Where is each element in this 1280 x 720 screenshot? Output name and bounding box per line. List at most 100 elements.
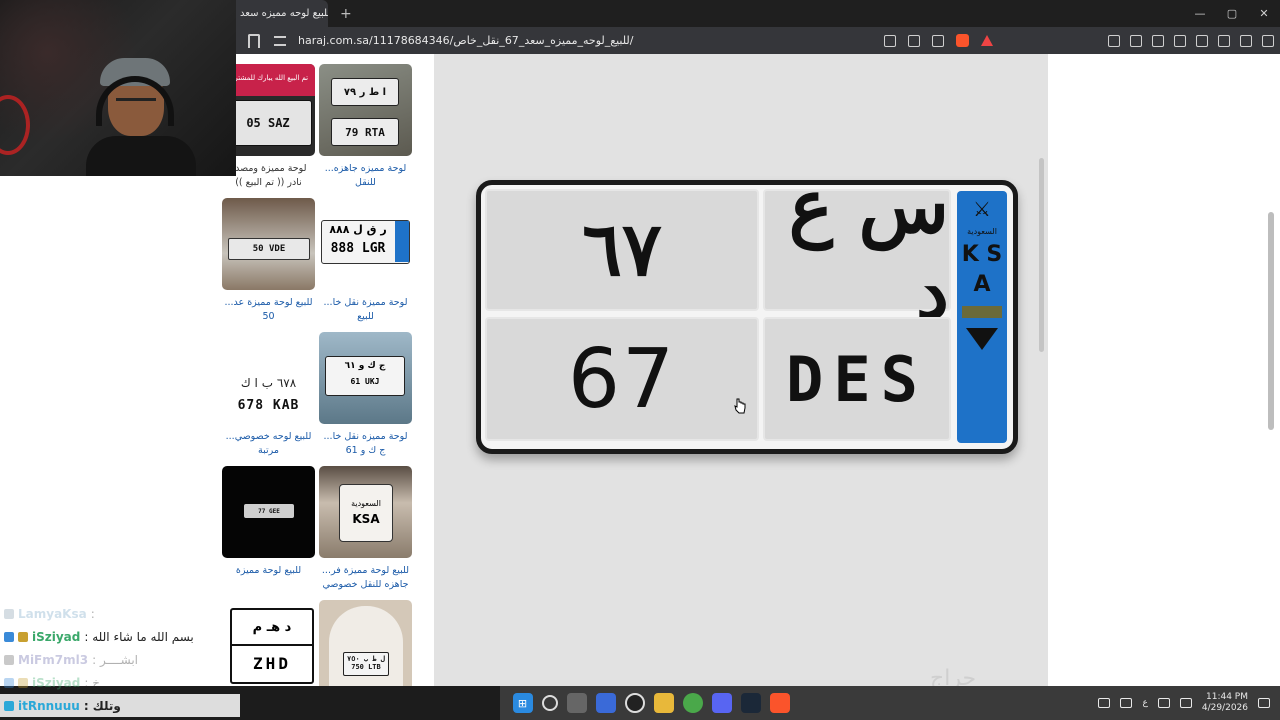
listing-thumbnail[interactable]: ٦٧٨ ب ا ك 678 KAB — [222, 332, 315, 424]
translate-icon[interactable] — [884, 34, 896, 47]
plate-arabic: السعودية — [351, 499, 381, 508]
plate-thumbnail: ا ط ر ٧٩ — [331, 78, 399, 106]
listing-thumbnail[interactable]: ا ط ر ٧٩ 79 RTA — [319, 64, 412, 156]
url-field[interactable]: haraj.com.sa/11178684346/للبيع_لوحه_مميز… — [298, 34, 633, 47]
listing-card[interactable]: ٦٧٨ ب ا ك 678 KAB للبيع لوحه خصوصي... مر… — [222, 332, 315, 458]
plate-thumbnail: السعودية KSA — [339, 484, 393, 542]
tab-title: للبيع لوحه مميزه سعد — [240, 8, 328, 19]
bookmark-icon[interactable] — [248, 33, 260, 48]
notification-icon[interactable] — [1258, 698, 1270, 708]
extensions-icon[interactable] — [1108, 34, 1120, 47]
language-indicator[interactable]: ع — [1142, 698, 1147, 708]
chat-text: : — [90, 606, 95, 621]
listing-card[interactable]: 50 VDE للبيع لوحة مميزة عد... 50 — [222, 198, 315, 324]
chat-username: iSziyad — [32, 629, 81, 644]
plate-blue-strip — [395, 221, 409, 262]
saudi-emblem-icon: ⚔ — [973, 197, 991, 221]
wallet-icon[interactable] — [1218, 34, 1230, 47]
plate-arabic: د هـ م — [232, 610, 312, 646]
listing-thumbnail[interactable]: ل ط ب ٧٥٠ 750 LTB — [319, 600, 412, 692]
plate-latin: 750 LTB — [351, 663, 381, 671]
streamer-shirt — [86, 136, 196, 176]
display-stand — [329, 606, 403, 692]
listing-thumbnail[interactable]: ر ق ل ٨٨٨ 888 LGR — [319, 198, 412, 290]
plate-latin-number: 67 — [485, 317, 759, 441]
screenshot-icon[interactable] — [1130, 34, 1142, 47]
plate-hologram — [962, 306, 1002, 318]
brave-icon[interactable] — [769, 693, 790, 713]
file-explorer-icon[interactable] — [653, 693, 674, 713]
chat-message: iSziyad : خ — [0, 671, 240, 694]
hand-cursor-icon — [734, 398, 746, 414]
listing-title[interactable]: للبيع لوحة مميزة — [222, 564, 315, 578]
share-icon[interactable] — [932, 34, 944, 47]
listing-title[interactable]: للبيع لوحة مميزة فر... جاهزه للنقل خصوصي — [319, 564, 412, 592]
network-icon[interactable] — [1157, 698, 1170, 708]
listing-card[interactable]: 77 GEE للبيع لوحة مميزة — [222, 466, 315, 578]
sidebar-icon[interactable] — [1196, 34, 1208, 47]
ai-icon[interactable] — [1152, 34, 1164, 47]
site-settings-icon[interactable] — [274, 35, 286, 46]
brave-rewards-icon[interactable] — [981, 35, 993, 46]
plate-thumbnail: ر ق ل ٨٨٨ 888 LGR — [321, 220, 410, 264]
toolbar-right — [1108, 27, 1274, 54]
start-icon[interactable]: ⊞ — [512, 693, 533, 713]
chat-badge-icon — [4, 608, 14, 619]
chat-username: LamyaKsa — [18, 606, 87, 621]
chat-badge-icon — [4, 654, 14, 665]
listing-card[interactable]: ا ط ر ٧٩ 79 RTA لوحة مميزه جاهزه... للنق… — [319, 64, 412, 190]
plate-ksa-text: K S A — [961, 242, 1003, 297]
listing-card[interactable]: ر ق ل ٨٨٨ 888 LGR لوحة مميزة نقل خا... ل… — [319, 198, 412, 324]
plate-latin: 61 UKJ — [350, 377, 380, 386]
page-scrollbar[interactable] — [1268, 212, 1274, 430]
mic-icon[interactable] — [1120, 698, 1133, 708]
window-controls: — ▢ ✕ — [1184, 7, 1280, 20]
steam-icon[interactable] — [740, 693, 761, 713]
listing-thumbnail[interactable]: ج ك و ٦١ 61 UKJ — [319, 332, 412, 424]
browser-tab-bar: للبيع لوحه مميزه سعد × + — ▢ ✕ — [236, 0, 1280, 27]
close-window-button[interactable]: ✕ — [1248, 7, 1280, 20]
listing-title[interactable]: لوحة مميزة نقل خا... للبيع — [319, 296, 412, 324]
clock[interactable]: 11:44 PM 4/29/2026 — [1202, 692, 1248, 714]
listing-title[interactable]: لوحة مميزه جاهزه... للنقل — [319, 162, 412, 190]
plate-arabic: ل ط ب ٧٥٠ — [347, 655, 385, 663]
media-icon[interactable] — [1174, 34, 1186, 47]
listing-thumbnail[interactable]: السعودية KSA — [319, 466, 412, 558]
discord-icon[interactable] — [711, 693, 732, 713]
listing-card[interactable]: السعودية KSA للبيع لوحة مميزة فر... جاهز… — [319, 466, 412, 592]
volume-icon[interactable] — [1179, 698, 1192, 708]
browser-tab[interactable]: للبيع لوحه مميزه سعد × — [236, 0, 328, 27]
new-tab-button[interactable]: + — [340, 6, 352, 22]
brave-shields-icon[interactable] — [956, 34, 969, 47]
webcam-overlay — [0, 0, 236, 176]
clock-date: 4/29/2026 — [1201, 703, 1248, 713]
tray-chevron-icon[interactable] — [1098, 698, 1111, 708]
listing-card[interactable]: ل ط ب ٧٥٠ 750 LTB — [319, 600, 412, 692]
listing-thumbnail[interactable]: 50 VDE — [222, 198, 315, 290]
maximize-button[interactable]: ▢ — [1216, 7, 1248, 20]
listing-title[interactable]: للبيع لوحة مميزة عد... 50 — [222, 296, 315, 324]
plate-country-strip: ⚔ السعودية K S A — [957, 191, 1007, 443]
store-icon[interactable] — [595, 693, 616, 713]
listing-title[interactable]: للبيع لوحه خصوصي... مرتبة — [222, 430, 315, 458]
cast-icon[interactable] — [908, 34, 920, 47]
taskbar-apps: ⊞ — [512, 693, 790, 713]
plate-arabic: ج ك و ٦١ — [344, 361, 386, 371]
plate-arabic-number: ٦٧ — [485, 189, 759, 311]
chat-badge-icon — [4, 700, 14, 711]
plate-country-arabic: السعودية — [967, 227, 997, 236]
listing-title[interactable]: لوحة مميزه نقل خا... ج ك و 61 — [319, 430, 412, 458]
search-icon[interactable] — [541, 695, 558, 711]
chrome-icon[interactable] — [682, 693, 703, 713]
vpn-icon[interactable] — [1240, 34, 1252, 47]
task-view-icon[interactable] — [566, 693, 587, 713]
minimize-button[interactable]: — — [1184, 7, 1216, 20]
listing-card[interactable]: ج ك و ٦١ 61 UKJ لوحة مميزه نقل خا... ج ك… — [319, 332, 412, 458]
plate-arrow-icon — [966, 328, 998, 350]
viewer-scrollbar[interactable] — [1039, 158, 1044, 352]
chat-text: : خ — [84, 675, 100, 690]
plate-latin: ZHD — [253, 654, 291, 673]
listing-thumbnail[interactable]: 77 GEE — [222, 466, 315, 558]
menu-icon[interactable] — [1262, 34, 1274, 47]
obs-icon[interactable] — [624, 693, 645, 713]
